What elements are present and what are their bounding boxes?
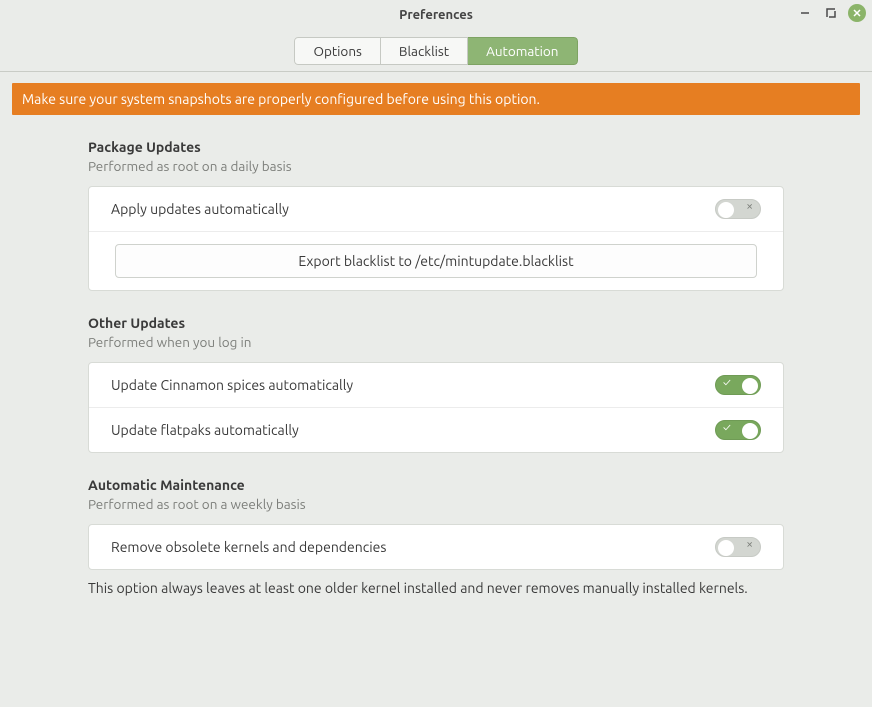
row-update-cinnamon-spices: Update Cinnamon spices automatically [89, 363, 783, 408]
section-other-updates: Other Updates Performed when you log in … [88, 315, 784, 453]
section-title: Automatic Maintenance [88, 477, 784, 493]
section-subtitle: Performed as root on a daily basis [88, 158, 784, 174]
toggle-remove-obsolete-kernels[interactable] [715, 537, 761, 557]
maintenance-note: This option always leaves at least one o… [88, 580, 784, 596]
minimize-button[interactable] [796, 4, 814, 22]
section-title: Package Updates [88, 139, 784, 155]
maximize-button[interactable] [822, 4, 840, 22]
window-title: Preferences [399, 8, 473, 22]
window-controls [796, 4, 866, 22]
tabbar: Options Blacklist Automation [0, 30, 872, 72]
panel-other-updates: Update Cinnamon spices automatically Upd… [88, 362, 784, 453]
row-label: Apply updates automatically [111, 201, 289, 217]
toggle-apply-updates-automatically[interactable] [715, 199, 761, 219]
titlebar: Preferences [0, 0, 872, 30]
row-apply-updates-automatically: Apply updates automatically [89, 187, 783, 232]
section-subtitle: Performed as root on a weekly basis [88, 496, 784, 512]
section-subtitle: Performed when you log in [88, 334, 784, 350]
close-button[interactable] [848, 4, 866, 22]
panel-package-updates: Apply updates automatically Export black… [88, 186, 784, 291]
section-package-updates: Package Updates Performed as root on a d… [88, 139, 784, 291]
content-area: Make sure your system snapshots are prop… [0, 72, 872, 596]
row-remove-obsolete-kernels: Remove obsolete kernels and dependencies [89, 525, 783, 569]
row-label: Update Cinnamon spices automatically [111, 377, 353, 393]
row-update-flatpaks: Update flatpaks automatically [89, 408, 783, 452]
tab-automation[interactable]: Automation [468, 37, 577, 65]
section-automatic-maintenance: Automatic Maintenance Performed as root … [88, 477, 784, 596]
row-label: Update flatpaks automatically [111, 422, 299, 438]
tab-blacklist[interactable]: Blacklist [381, 37, 468, 65]
panel-automatic-maintenance: Remove obsolete kernels and dependencies [88, 524, 784, 570]
warning-banner: Make sure your system snapshots are prop… [12, 83, 860, 115]
toggle-update-flatpaks[interactable] [715, 420, 761, 440]
section-title: Other Updates [88, 315, 784, 331]
toggle-update-cinnamon-spices[interactable] [715, 375, 761, 395]
export-blacklist-button[interactable]: Export blacklist to /etc/mintupdate.blac… [115, 244, 757, 278]
row-export-blacklist: Export blacklist to /etc/mintupdate.blac… [89, 232, 783, 290]
tab-options[interactable]: Options [294, 37, 380, 65]
row-label: Remove obsolete kernels and dependencies [111, 539, 386, 555]
